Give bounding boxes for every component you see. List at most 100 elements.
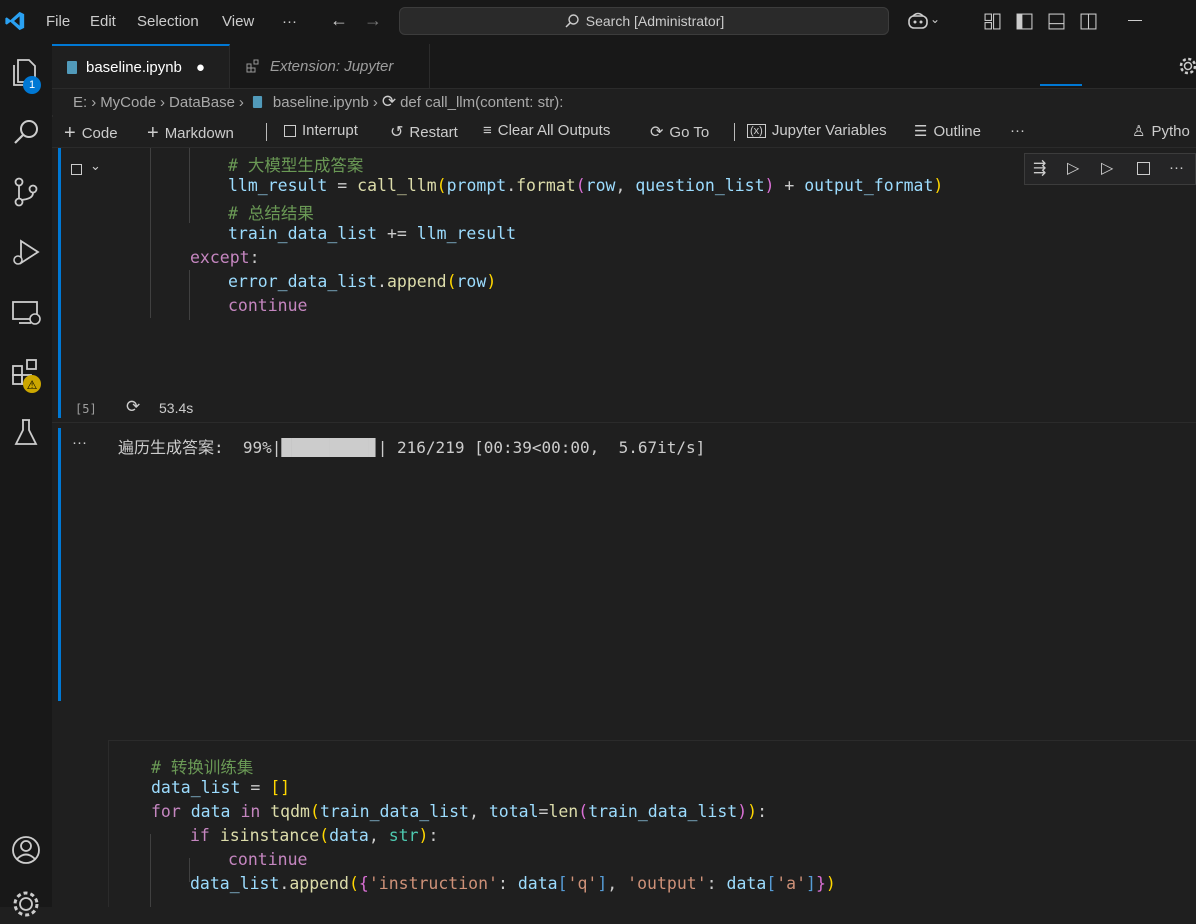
refresh-symbol-icon: ⟳	[381, 92, 397, 111]
tab-active-indicator	[1040, 84, 1082, 86]
cell-output: 遍历生成答案: 99%|█████████▊| 216/219 [00:39<0…	[108, 428, 1196, 701]
go-to-button[interactable]: ⟳ Go To	[650, 122, 709, 142]
notebook-file-icon	[67, 60, 77, 74]
toggle-secondary-sidebar-icon[interactable]	[1080, 13, 1097, 30]
cell-focus-indicator	[58, 148, 61, 418]
run-by-line-icon[interactable]: ⇶	[1033, 158, 1046, 178]
menu-more[interactable]: ···	[282, 13, 297, 30]
more-actions-icon[interactable]: ···	[1169, 159, 1184, 176]
split-cell-icon[interactable]	[1137, 162, 1150, 175]
go-to-label: Go To	[669, 123, 710, 141]
chevron-down-icon[interactable]: ⌄	[930, 12, 940, 26]
extension-icon	[246, 59, 259, 73]
command-center-search[interactable]: Search [Administrator]	[399, 7, 889, 35]
output-more-icon[interactable]: ···	[72, 434, 87, 451]
stop-square-icon	[284, 124, 296, 137]
back-arrow-icon[interactable]: ←	[330, 10, 348, 31]
code-comment: # 转换训练集	[151, 758, 254, 777]
settings-gear-icon[interactable]	[6, 884, 46, 924]
plus-icon: +	[64, 122, 76, 144]
editor-tabs: baseline.ipynb ● Extension: Jupyter	[52, 44, 1196, 89]
gear-icon[interactable]	[1178, 56, 1196, 76]
toolbar-more-button[interactable]: ···	[1010, 122, 1025, 139]
toolbar-divider	[266, 123, 267, 141]
run-below-icon[interactable]: ▷	[1101, 158, 1113, 178]
code-line: error_data_list.append(row)	[228, 272, 497, 291]
add-markdown-label: Markdown	[164, 125, 234, 142]
chevron-down-icon[interactable]: ⌄	[90, 158, 101, 174]
chevron-right-icon: ›	[91, 93, 97, 111]
breadcrumb-folder[interactable]: DataBase	[169, 94, 235, 111]
menu-view[interactable]: View	[222, 13, 254, 30]
breadcrumb-folder[interactable]: MyCode	[100, 94, 156, 111]
activity-bar: 1 ⚠	[0, 44, 53, 917]
notebook-toolbar: + Code + Markdown Interrupt ↺ Restart ≡ Clea…	[52, 117, 1196, 148]
indent-guide	[189, 148, 190, 223]
restart-label: Restart	[409, 123, 458, 141]
breadcrumb-symbol[interactable]: def call_llm(content: str):	[400, 94, 563, 111]
minimize-icon[interactable]	[1128, 20, 1142, 21]
breadcrumb-file[interactable]: baseline.ipynb	[273, 94, 369, 111]
code-line: data_list = []	[151, 778, 291, 797]
toggle-primary-sidebar-icon[interactable]	[1016, 13, 1033, 30]
code-line: for data in tqdm(train_data_list, total=…	[151, 802, 768, 821]
warning-badge-icon: ⚠	[23, 375, 41, 393]
clear-all-outputs-button[interactable]: ≡ Clear All Outputs	[483, 122, 610, 139]
outline-label: Outline	[933, 122, 981, 140]
code-line: # 转换训练集	[151, 754, 253, 778]
customize-layout-icon[interactable]	[984, 13, 1001, 30]
run-above-icon[interactable]: ▷	[1067, 158, 1079, 178]
menu-file[interactable]: File	[46, 13, 70, 30]
code-line: # 总结结果	[228, 200, 314, 224]
copilot-icon[interactable]	[906, 11, 930, 31]
code-line: except:	[190, 248, 260, 267]
outline-button[interactable]: ☰ Outline	[914, 122, 981, 141]
tab-label: Extension: Jupyter	[270, 57, 394, 75]
add-markdown-button[interactable]: + Markdown	[147, 122, 234, 145]
unsaved-dot-icon[interactable]: ●	[196, 59, 205, 76]
cell-toolbar: ⇶ ▷ ▷ ···	[1024, 153, 1196, 185]
forward-arrow-icon[interactable]: →	[364, 10, 382, 31]
title-bar: File Edit Selection View ··· ← → Search …	[0, 0, 1196, 44]
notebook-editor: ⌄ # 大模型生成答案 llm_result = call_llm(prompt…	[52, 148, 1196, 907]
execution-count: [5]	[75, 402, 97, 416]
code-line: continue	[228, 296, 308, 315]
code-line: data_list.append({'instruction': data['q…	[190, 874, 836, 893]
vscode-logo-icon	[5, 11, 25, 31]
kernel-label: Pytho	[1151, 122, 1190, 140]
output-focus-indicator	[58, 428, 61, 701]
chevron-right-icon: ›	[238, 93, 244, 111]
indent-guide	[150, 834, 151, 907]
menu-selection[interactable]: Selection	[137, 13, 199, 30]
plus-icon: +	[147, 122, 159, 144]
search-view-icon[interactable]	[6, 112, 46, 152]
kernel-icon: ♙	[1132, 123, 1146, 140]
run-debug-icon[interactable]	[6, 232, 46, 272]
restart-icon: ↺	[390, 124, 404, 141]
outline-list-icon: ☰	[914, 123, 928, 140]
accounts-icon[interactable]	[6, 830, 46, 870]
code-line: train_data_list += llm_result	[228, 224, 517, 243]
testing-flask-icon[interactable]	[6, 412, 46, 452]
add-code-button[interactable]: + Code	[64, 122, 118, 145]
breadcrumb-drive[interactable]: E:	[73, 94, 87, 111]
sync-icon: ⟳	[650, 124, 664, 141]
menu-edit[interactable]: Edit	[90, 13, 116, 30]
remote-explorer-icon[interactable]	[6, 292, 46, 332]
interrupt-button[interactable]: Interrupt	[284, 122, 358, 139]
indent-guide	[150, 148, 151, 318]
code-line: if isinstance(data, str):	[190, 826, 439, 845]
toggle-panel-icon[interactable]	[1048, 13, 1065, 30]
more-label: ···	[1010, 122, 1025, 139]
cell-select-checkbox[interactable]	[71, 164, 82, 175]
source-control-icon[interactable]	[6, 172, 46, 212]
tab-extension-jupyter[interactable]: Extension: Jupyter	[232, 44, 430, 88]
explorer-badge: 1	[23, 76, 41, 94]
execution-duration: 53.4s	[159, 400, 194, 416]
kernel-picker-button[interactable]: ♙ Pytho	[1132, 122, 1190, 141]
code-line: llm_result = call_llm(prompt.format(row,…	[228, 176, 944, 195]
search-text: Search [Administrator]	[585, 13, 725, 29]
tab-baseline[interactable]: baseline.ipynb ●	[52, 44, 230, 88]
jupyter-variables-button[interactable]: (x) Jupyter Variables	[747, 122, 887, 139]
restart-button[interactable]: ↺ Restart	[390, 122, 458, 142]
